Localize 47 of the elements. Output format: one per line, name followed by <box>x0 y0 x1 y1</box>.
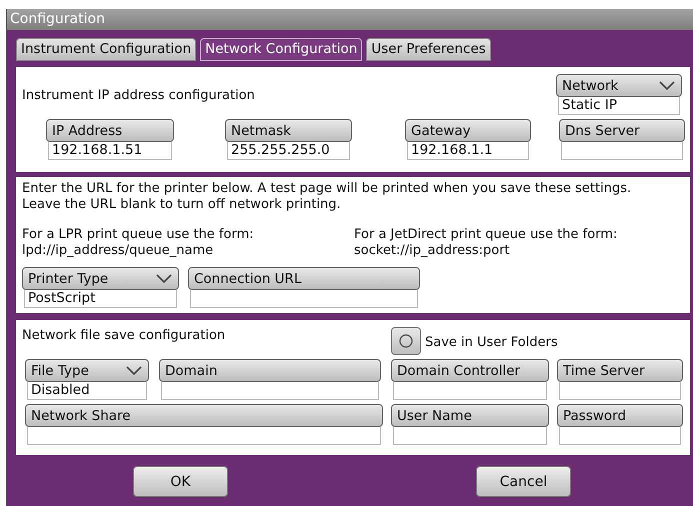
toggle-button[interactable] <box>391 327 421 355</box>
field-header-button[interactable]: Gateway <box>405 119 531 142</box>
field-header-button[interactable]: Network Share <box>25 404 383 427</box>
input-field[interactable]: 192.168.1.51 <box>48 142 172 160</box>
input-field[interactable] <box>393 427 547 445</box>
field-header-button[interactable]: User Name <box>391 404 549 427</box>
tab[interactable]: Network Configuration <box>200 38 362 61</box>
section-heading: Network file save configuration <box>22 328 226 344</box>
cancel-button[interactable]: Cancel <box>476 466 571 497</box>
instruction-text: Leave the URL blank to turn off network printing. <box>22 197 342 213</box>
field-header-button[interactable]: Connection URL <box>188 267 420 290</box>
form-hint-text: For a JetDirect print queue use the form: <box>354 227 618 243</box>
input-field[interactable]: Static IP <box>558 97 680 115</box>
field-header-button[interactable]: Domain <box>159 359 381 382</box>
instruction-text: Enter the URL for the printer below. A test page will be printed when you save these settings. <box>22 181 632 197</box>
input-field[interactable] <box>27 427 381 445</box>
input-field[interactable] <box>559 382 681 400</box>
window-title: Configuration <box>7 9 693 30</box>
field-header-button[interactable]: Time Server <box>557 359 683 382</box>
toggle-label: Save in User Folders <box>425 335 558 351</box>
field-header-button[interactable]: IP Address <box>46 119 174 142</box>
dropdown-button[interactable]: Printer Type <box>22 267 179 290</box>
chevron-down-icon <box>658 80 676 90</box>
input-field[interactable] <box>393 382 547 400</box>
ok-button[interactable]: OK <box>133 466 228 497</box>
section-heading: Instrument IP address configuration <box>22 88 255 104</box>
input-field[interactable]: PostScript <box>24 290 177 308</box>
url-format-text: socket://ip_address:port <box>354 243 511 259</box>
tab[interactable]: Instrument Configuration <box>16 38 196 61</box>
form-hint-text: For a LPR print queue use the form: <box>22 227 255 243</box>
input-field[interactable] <box>559 427 681 445</box>
input-field[interactable] <box>190 290 418 308</box>
input-field[interactable]: Disabled <box>27 382 147 400</box>
tab[interactable]: User Preferences <box>366 38 491 61</box>
chevron-down-icon <box>155 274 173 284</box>
url-format-text: lpd://ip_address/queue_name <box>22 243 214 259</box>
field-header-button[interactable]: Netmask <box>225 119 352 142</box>
field-header-button[interactable]: Domain Controller <box>391 359 549 382</box>
chevron-down-icon <box>125 366 143 376</box>
input-field[interactable]: 192.168.1.1 <box>407 142 529 160</box>
input-field[interactable] <box>161 382 379 400</box>
input-field[interactable] <box>561 142 683 160</box>
field-header-button[interactable]: Password <box>557 404 683 427</box>
dropdown-button[interactable]: Network <box>556 74 682 97</box>
input-field[interactable]: 255.255.255.0 <box>227 142 350 160</box>
dropdown-button[interactable]: File Type <box>25 359 149 382</box>
field-header-button[interactable]: Dns Server <box>559 119 685 142</box>
